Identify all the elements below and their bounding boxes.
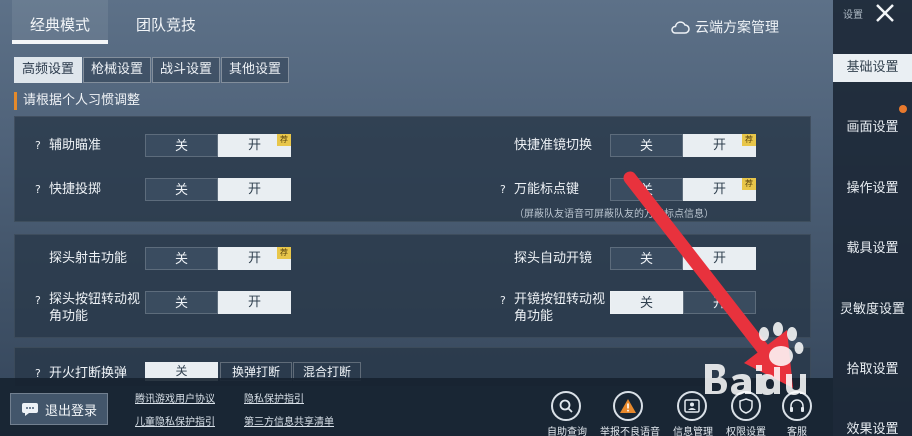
marker-key-label: 万能标点键 — [514, 182, 580, 197]
lean-auto-scope-toggle[interactable]: 关 开 — [610, 247, 756, 270]
link-child-privacy[interactable]: 儿童隐私保护指引 — [135, 413, 215, 428]
help-icon[interactable]: ? — [500, 183, 506, 196]
tab-label: 团队竞技 — [135, 16, 196, 34]
lean-button-turn-toggle[interactable]: 关 开 — [145, 291, 291, 314]
toggle-on-label: 开 — [247, 251, 261, 266]
marker-key-note: （屏蔽队友语音可屏蔽队友的万能标点信息） — [514, 209, 714, 220]
link-user-agreement[interactable]: 腾讯游戏用户协议 — [135, 390, 215, 405]
logout-button[interactable]: 退出登录 — [10, 393, 108, 425]
subtab-firearms[interactable]: 枪械设置 — [83, 57, 152, 83]
active-tab-underline — [12, 40, 108, 44]
aim-assist-label: 辅助瞄准 — [49, 138, 102, 153]
help-icon[interactable]: ? — [500, 294, 506, 307]
toggle-on[interactable]: 开 — [683, 291, 756, 314]
toggle-on[interactable]: 开 — [218, 291, 291, 314]
logout-label: 退出登录 — [44, 403, 97, 419]
section-hint: 请根据个人习惯调整 — [14, 92, 140, 110]
sidebar-item-basic[interactable]: 基础设置 — [833, 54, 912, 82]
recommend-badge: 荐 — [277, 247, 291, 259]
sidebar-item-pickup[interactable]: 拾取设置 — [833, 356, 912, 384]
subtab-other[interactable]: 其他设置 — [221, 57, 290, 83]
toggle-on[interactable]: 开 — [218, 178, 291, 201]
quick-throw-label: 快捷投掷 — [49, 182, 102, 197]
toggle-off[interactable]: 关 — [610, 291, 683, 314]
tab-classic-mode[interactable]: 经典模式 — [12, 0, 108, 44]
headset-icon[interactable] — [782, 391, 812, 421]
sidebar-item-effects[interactable]: 效果设置 — [833, 416, 912, 436]
warning-icon[interactable] — [613, 391, 643, 421]
cloud-icon — [671, 21, 690, 34]
search-icon[interactable] — [551, 391, 581, 421]
tab-label: 经典模式 — [29, 16, 90, 34]
cloud-scheme-button[interactable]: 云端方案管理 — [670, 16, 779, 38]
toggle-off[interactable]: 关 — [610, 247, 683, 270]
lean-auto-scope-label: 探头自动开镜 — [514, 251, 593, 266]
scope-switch-label: 快捷准镜切换 — [514, 138, 593, 153]
scope-button-turn-label: 开镜按钮转动视角功能 — [514, 292, 606, 324]
subtab-frequent[interactable]: 高频设置 — [14, 57, 83, 83]
self-query-label: 自助查询 — [547, 427, 587, 436]
toggle-off[interactable]: 关 — [610, 178, 683, 201]
toggle-on-label: 开 — [712, 138, 726, 153]
subtab-combat[interactable]: 战斗设置 — [152, 57, 221, 83]
sidebar-item-vehicle[interactable]: 载具设置 — [833, 235, 912, 263]
help-icon[interactable]: ? — [35, 139, 41, 152]
scope-button-turn-toggle[interactable]: 关 开 — [610, 291, 756, 314]
notification-dot — [899, 105, 907, 113]
recommend-badge: 荐 — [742, 134, 756, 146]
shield-icon[interactable] — [731, 391, 761, 421]
toggle-off[interactable]: 关 — [145, 178, 218, 201]
toggle-on-label: 开 — [712, 182, 726, 197]
toggle-on[interactable]: 开荐 — [683, 178, 756, 201]
toggle-off[interactable]: 关 — [610, 134, 683, 157]
lean-fire-label: 探头射击功能 — [49, 251, 128, 266]
cloud-scheme-label: 云端方案管理 — [695, 20, 779, 36]
settings-screen: 经典模式 团队竞技 云端方案管理 高频设置 枪械设置 战斗设置 其他设置 请根据… — [0, 0, 912, 436]
sub-tab-bar: 高频设置 枪械设置 战斗设置 其他设置 — [14, 57, 290, 83]
close-icon[interactable] — [873, 2, 897, 24]
link-third-party-list[interactable]: 第三方信息共享清单 — [244, 413, 334, 428]
link-privacy-guide[interactable]: 隐私保护指引 — [244, 390, 304, 405]
toggle-off[interactable]: 关 — [145, 134, 218, 157]
sidebar-item-sensitivity[interactable]: 灵敏度设置 — [833, 296, 912, 324]
id-card-icon[interactable] — [677, 391, 707, 421]
toggle-off[interactable]: 关 — [145, 247, 218, 270]
scope-switch-toggle[interactable]: 关 开荐 — [610, 134, 756, 157]
chat-bubble-icon — [21, 403, 38, 416]
help-icon[interactable]: ? — [35, 183, 41, 196]
quick-throw-toggle[interactable]: 关 开 — [145, 178, 291, 201]
toggle-on-label: 开 — [247, 295, 261, 310]
help-icon[interactable]: ? — [35, 294, 41, 307]
sidebar-item-controls[interactable]: 操作设置 — [833, 175, 912, 203]
lean-button-turn-label: 探头按钮转动视角功能 — [49, 292, 141, 324]
sidebar-title: 设置 — [843, 10, 863, 21]
toggle-on[interactable]: 开荐 — [218, 134, 291, 157]
sidebar-item-graphics[interactable]: 画面设置 — [833, 114, 912, 142]
customer-service-label: 客服 — [787, 427, 807, 436]
toggle-on[interactable]: 开荐 — [218, 247, 291, 270]
info-manage-label: 信息管理 — [673, 427, 713, 436]
toggle-on[interactable]: 开 — [683, 247, 756, 270]
report-voice-label: 举报不良语音 — [600, 427, 660, 436]
aim-assist-toggle[interactable]: 关 开荐 — [145, 134, 291, 157]
toggle-on-label: 开 — [712, 251, 726, 266]
recommend-badge: 荐 — [277, 134, 291, 146]
toggle-on-label: 开 — [247, 182, 261, 197]
permission-label: 权限设置 — [726, 427, 766, 436]
recommend-badge: 荐 — [742, 178, 756, 190]
marker-key-toggle[interactable]: 关 开荐 — [610, 178, 756, 201]
lean-fire-toggle[interactable]: 关 开荐 — [145, 247, 291, 270]
toggle-on-label: 开 — [247, 138, 261, 153]
toggle-on[interactable]: 开荐 — [683, 134, 756, 157]
tab-team-deathmatch[interactable]: 团队竞技 — [124, 0, 208, 44]
toggle-off[interactable]: 关 — [145, 291, 218, 314]
